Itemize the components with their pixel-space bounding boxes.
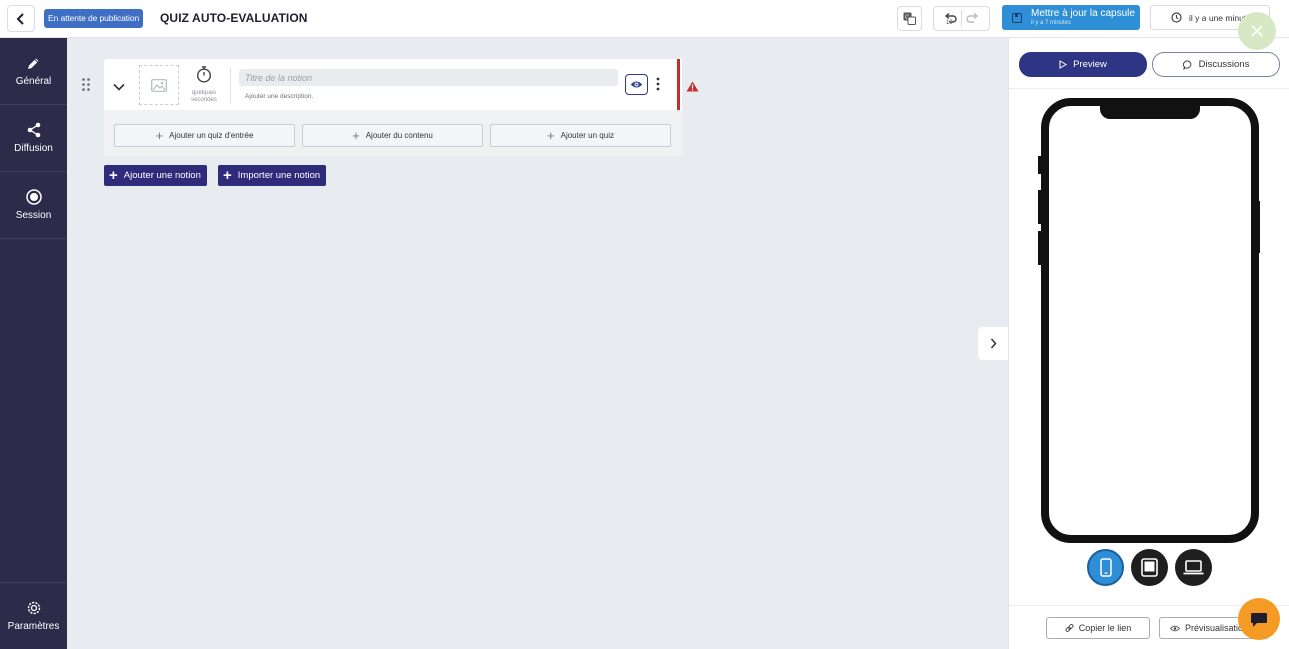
sidebar-item-label: Session — [15, 210, 52, 221]
button-label: Importer une notion — [237, 170, 321, 181]
warning-indicator — [686, 79, 699, 97]
phone-icon — [1099, 558, 1112, 577]
plus-icon: + — [547, 127, 555, 143]
visibility-toggle[interactable] — [625, 74, 648, 95]
notion-error-bar — [677, 59, 680, 110]
add-quiz-button[interactable]: + Ajouter un quiz — [490, 124, 671, 147]
undo-count: 19 — [946, 20, 953, 26]
drag-handle[interactable] — [82, 78, 90, 96]
chat-icon — [1182, 59, 1192, 70]
timer-text-line1: quelques — [191, 90, 217, 96]
chat-icon — [1251, 612, 1267, 627]
device-tablet-button[interactable] — [1131, 549, 1168, 586]
phone-preview-frame — [1041, 98, 1259, 543]
tab-discussions[interactable]: Discussions — [1152, 52, 1280, 77]
history-icon — [1171, 12, 1182, 23]
sidebar-item-label: Général — [15, 75, 52, 87]
timer-text-line2: secondes — [191, 97, 217, 103]
button-label: Ajouter un quiz — [560, 131, 614, 140]
tab-preview[interactable]: Preview — [1019, 52, 1147, 77]
record-icon — [25, 189, 42, 205]
button-label: Ajouter une notion — [123, 170, 201, 181]
share-icon — [27, 122, 40, 138]
image-icon — [151, 78, 167, 92]
close-icon — [1251, 25, 1263, 37]
button-label: Ajouter du contenu — [365, 131, 433, 140]
notion-description[interactable]: Ajouter une description. — [245, 93, 313, 100]
eye-icon — [1170, 625, 1180, 631]
divider — [1009, 88, 1289, 89]
notion-image-placeholder[interactable] — [139, 65, 179, 105]
device-phone-button[interactable] — [1087, 549, 1124, 586]
add-entry-quiz-button[interactable]: + Ajouter un quiz d'entrée — [114, 124, 295, 147]
collapse-button[interactable] — [113, 78, 125, 96]
editor-main: quelques secondes Ajouter une descriptio… — [67, 38, 1008, 649]
link-icon — [1065, 623, 1074, 632]
sidebar-item-label: Paramètres — [7, 621, 60, 632]
redo-icon — [966, 13, 979, 23]
preview-panel: Preview Discussions Copier le lien Prévi… — [1008, 38, 1289, 649]
translate-button[interactable]: G — [897, 6, 922, 31]
chevron-right-icon — [990, 338, 997, 349]
notion-duration[interactable]: quelques secondes — [184, 66, 224, 104]
update-capsule-button[interactable]: Mettre à jour la capsule il y a 7 minute… — [1002, 5, 1140, 30]
back-button[interactable] — [7, 5, 35, 32]
warning-icon — [686, 81, 699, 92]
chevron-left-icon — [16, 12, 24, 25]
tablet-icon — [1141, 558, 1158, 577]
phone-notch — [1100, 104, 1200, 119]
divider — [230, 67, 231, 104]
tab-label: Preview — [1073, 59, 1107, 70]
plus-icon: + — [223, 166, 232, 184]
undo-redo-group: 19 — [933, 6, 990, 31]
chevron-down-icon — [113, 83, 125, 91]
sidebar: Général Diffusion Session Paramètres — [0, 38, 67, 649]
timer-icon — [196, 66, 212, 83]
divider — [961, 10, 962, 27]
page-title: QUIZ AUTO-EVALUATION — [160, 11, 308, 25]
plus-icon: + — [109, 166, 118, 184]
translate-icon: G — [903, 12, 916, 25]
notion-title-input[interactable] — [239, 69, 618, 86]
plus-icon: + — [155, 127, 164, 143]
gear-icon — [27, 601, 40, 615]
collapse-panel-button[interactable] — [978, 327, 1008, 360]
sidebar-item-diffusion[interactable]: Diffusion — [0, 105, 67, 172]
update-time: il y a 7 minutes — [1031, 20, 1072, 26]
add-notion-button[interactable]: + Ajouter une notion — [104, 165, 207, 186]
copy-link-label: Copier le lien — [1078, 623, 1132, 633]
close-button[interactable] — [1238, 12, 1276, 50]
more-vertical-icon — [656, 77, 660, 91]
sidebar-item-parametres[interactable]: Paramètres — [0, 582, 67, 649]
add-content-button[interactable]: + Ajouter du contenu — [302, 124, 483, 147]
support-chat-button[interactable] — [1238, 598, 1280, 640]
sidebar-item-label: Diffusion — [14, 143, 53, 154]
laptop-icon — [1183, 560, 1204, 575]
sidebar-item-general[interactable]: Général — [0, 38, 67, 105]
top-bar: En attente de publication QUIZ AUTO-EVAL… — [0, 0, 1289, 38]
pencil-icon — [28, 58, 39, 69]
update-label: Mettre à jour la capsule — [1031, 8, 1135, 19]
tab-label: Discussions — [1198, 59, 1250, 70]
copy-link-button[interactable]: Copier le lien — [1046, 617, 1150, 639]
sidebar-item-session[interactable]: Session — [0, 172, 67, 239]
drag-handle-icon — [82, 78, 90, 91]
play-icon — [1059, 60, 1068, 69]
button-label: Ajouter un quiz d'entrée — [169, 131, 254, 140]
plus-icon: + — [352, 127, 360, 143]
save-icon — [1012, 12, 1022, 23]
status-badge: En attente de publication — [44, 9, 144, 28]
timer-text: quelques secondes — [184, 90, 224, 104]
notion-menu-button[interactable] — [656, 77, 660, 96]
device-laptop-button[interactable] — [1175, 549, 1212, 586]
eye-icon — [630, 81, 643, 88]
import-notion-button[interactable]: + Importer une notion — [218, 165, 327, 186]
redo-button[interactable] — [966, 13, 979, 24]
